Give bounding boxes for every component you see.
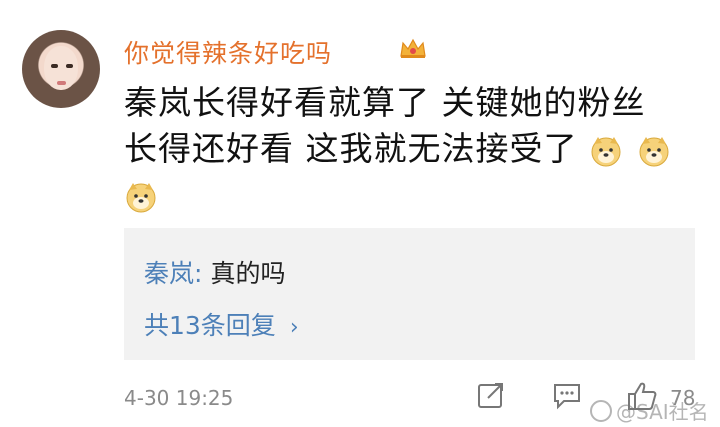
share-icon[interactable] [476,380,506,410]
doge-icon [639,137,668,167]
doge-icon [126,183,156,213]
reply-box[interactable]: 秦岚: 真的吗 共13条回复 › [124,228,695,360]
more-replies-label: 共13条回复 [144,311,276,340]
reply-author[interactable]: 秦岚 [144,259,194,288]
watermark-text: @SAI社名 [616,400,709,424]
avatar-mouth [57,81,66,85]
avatar-eye-left [51,64,58,68]
timestamp: 4-30 19:25 [124,386,234,410]
reply-separator: : [194,259,203,288]
reply-text: 真的吗 [210,259,286,288]
reply-row: 秦岚: 真的吗 [144,254,285,290]
avatar[interactable] [22,30,100,108]
username[interactable]: 你觉得辣条好吃吗 [124,34,332,70]
crown-icon [400,38,426,58]
comment-line-1-text: 秦岚长得好看就算了 关键她的粉丝 [124,83,646,122]
doge-icon [591,137,621,167]
chevron-right-icon: › [289,315,299,340]
more-replies-link[interactable]: 共13条回复 › [144,306,299,342]
comment-icon[interactable] [552,380,582,410]
comment-line-1: 秦岚长得好看就算了 关键她的粉丝 [124,80,704,126]
comment-text: 秦岚长得好看就算了 关键她的粉丝 长得还好看 这我就无法接受了 [124,80,704,218]
avatar-eye-right [66,64,73,68]
comment-line-2-text: 长得还好看 这我就无法接受了 [124,129,578,168]
weibo-logo-icon [590,400,612,422]
comment-line-3 [124,172,704,218]
comment-line-2: 长得还好看 这我就无法接受了 [124,126,704,172]
watermark: @SAI社名 [590,396,709,425]
